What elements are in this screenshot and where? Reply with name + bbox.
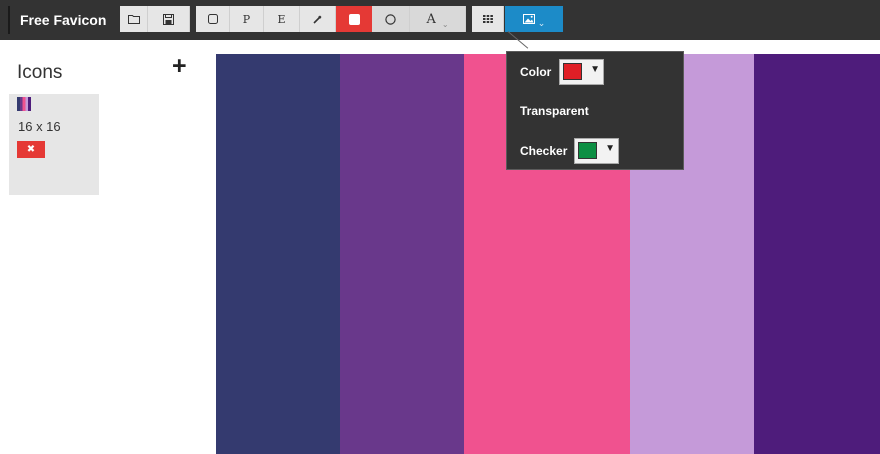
icon-card[interactable]: 16 x 16 ✖ (9, 94, 99, 195)
square-outline-icon (207, 14, 218, 24)
delete-icon-button[interactable]: ✖ (17, 141, 45, 158)
checker-swatch (578, 142, 597, 159)
chevron-down-icon: ⌄ (441, 19, 449, 29)
dropdown-arrow-icon: ▼ (590, 64, 600, 75)
fill-rectangle-tool-button[interactable] (336, 6, 372, 32)
eyedropper-tool-button[interactable] (300, 6, 336, 32)
menu-connector (507, 31, 529, 49)
color-swatch (563, 63, 582, 80)
canvas-stripe (340, 54, 464, 454)
eraser-tool-label: E (277, 12, 286, 26)
canvas-stripe (216, 54, 340, 454)
canvas-stripe (754, 54, 880, 454)
save-icon (163, 13, 174, 25)
favicon-thumbnail[interactable] (17, 97, 31, 111)
text-tool-label: A (426, 11, 436, 27)
text-tool-button[interactable]: A ⌄ (410, 6, 466, 32)
grid-icon (482, 15, 493, 23)
folder-icon (127, 15, 140, 24)
chevron-down-icon: ⌄ (537, 17, 546, 28)
app-title: Free Favicon (8, 6, 114, 34)
image-icon (522, 14, 535, 24)
filled-square-icon (348, 13, 360, 25)
circle-outline-icon (385, 13, 396, 25)
open-button[interactable] (120, 6, 148, 32)
color-picker-button[interactable]: ▼ (559, 59, 604, 85)
circle-tool-button[interactable] (372, 6, 410, 32)
color-option-label[interactable]: Color (520, 65, 551, 79)
checker-color-picker-button[interactable]: ▼ (574, 138, 619, 164)
transparent-option[interactable]: Transparent (520, 104, 589, 118)
dropdown-arrow-icon: ▼ (605, 143, 615, 154)
top-toolbar: Free Favicon P E A ⌄ ⌄ (0, 0, 880, 49)
background-menu: Color ▼ Transparent Checker ▼ (506, 51, 684, 170)
icon-size-label: 16 x 16 (18, 119, 61, 134)
add-icon-button[interactable]: + (172, 54, 187, 79)
background-menu-button[interactable]: ⌄ (505, 6, 563, 32)
icons-panel-title: Icons (17, 62, 63, 83)
grid-toggle-button[interactable] (472, 6, 504, 32)
save-button[interactable] (148, 6, 190, 32)
checker-option-label[interactable]: Checker (520, 144, 567, 158)
eyedropper-icon (313, 15, 322, 24)
pencil-tool-label: P (242, 12, 251, 26)
pencil-tool-button[interactable]: P (230, 6, 264, 32)
rectangle-tool-button[interactable] (196, 6, 230, 32)
eraser-tool-button[interactable]: E (264, 6, 300, 32)
